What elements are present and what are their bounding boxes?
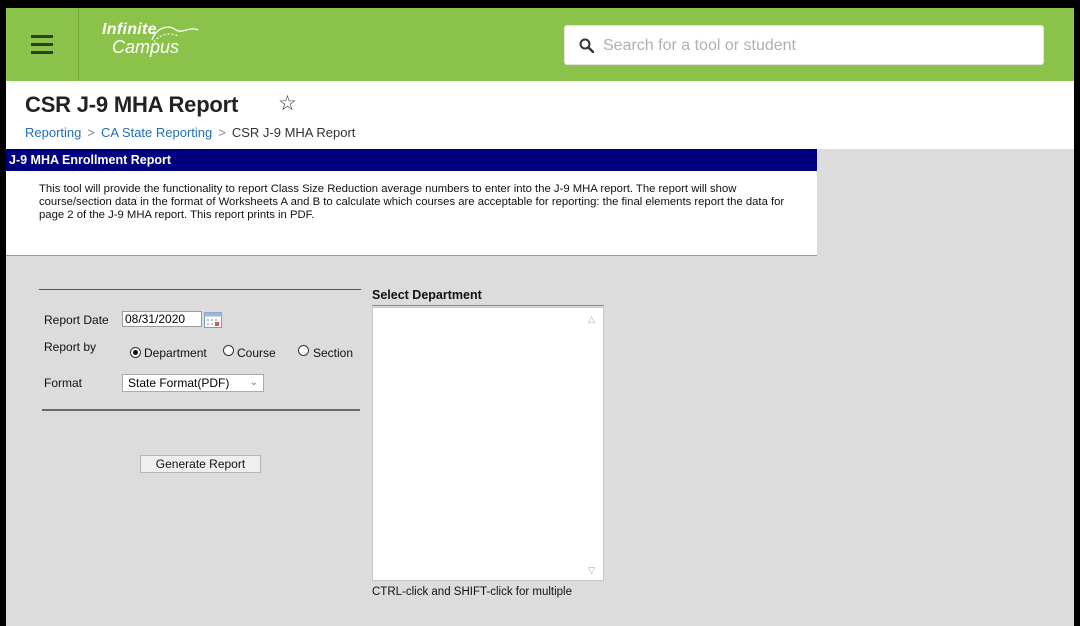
- breadcrumb: Reporting > CA State Reporting > CSR J-9 MHA…: [25, 125, 355, 140]
- generate-report-button[interactable]: Generate Report: [140, 455, 261, 473]
- report-by-department-label[interactable]: Department: [144, 346, 207, 360]
- report-by-department-radio[interactable]: [130, 347, 141, 358]
- breadcrumb-link-reporting[interactable]: Reporting: [25, 125, 81, 140]
- format-label: Format: [44, 376, 83, 390]
- description-box: This tool will provide the functionality…: [6, 171, 817, 256]
- scroll-up-icon[interactable]: △: [588, 314, 595, 325]
- logo-swoosh-icon: [151, 26, 199, 43]
- app-window: Infinite Campus CSR J-9 MHA Report ☆ Rep…: [6, 8, 1074, 626]
- select-department-title: Select Department: [372, 288, 482, 302]
- report-date-label: Report Date: [44, 313, 109, 327]
- infinite-campus-logo[interactable]: Infinite Campus: [102, 22, 199, 56]
- divider: [39, 289, 361, 290]
- multi-select-hint: CTRL-click and SHIFT-click for multiple: [372, 586, 573, 598]
- favorite-star-icon[interactable]: ☆: [278, 91, 297, 116]
- format-selected-value: State Format(PDF): [128, 376, 230, 390]
- format-select[interactable]: State Format(PDF) ⌄: [122, 374, 264, 392]
- search-icon: [579, 38, 594, 53]
- divider: [42, 409, 360, 411]
- department-listbox[interactable]: △ ▽: [372, 307, 604, 581]
- hamburger-menu-icon[interactable]: [6, 8, 79, 81]
- search-input[interactable]: [601, 34, 1025, 58]
- description-text: This tool will provide the functionality…: [39, 183, 785, 221]
- chevron-down-icon: ⌄: [249, 377, 258, 388]
- divider: [372, 305, 604, 306]
- section-title-bar: J-9 MHA Enrollment Report: [6, 149, 817, 171]
- breadcrumb-separator-icon: >: [218, 125, 226, 140]
- top-navigation-bar: Infinite Campus: [6, 8, 1074, 81]
- search-box[interactable]: [564, 25, 1044, 65]
- report-by-label: Report by: [44, 340, 97, 354]
- report-date-input[interactable]: [122, 311, 202, 327]
- breadcrumb-link-ca-state-reporting[interactable]: CA State Reporting: [101, 125, 212, 140]
- breadcrumb-separator-icon: >: [87, 125, 95, 140]
- report-by-course-radio[interactable]: [223, 345, 234, 356]
- report-by-course-label[interactable]: Course: [237, 346, 276, 360]
- calendar-icon[interactable]: [204, 311, 222, 328]
- report-by-section-label[interactable]: Section: [313, 346, 353, 360]
- breadcrumb-current: CSR J-9 MHA Report: [231, 125, 356, 140]
- scroll-down-icon[interactable]: ▽: [588, 565, 595, 576]
- report-by-section-radio[interactable]: [298, 345, 309, 356]
- page-title: CSR J-9 MHA Report: [25, 92, 239, 117]
- page-header: CSR J-9 MHA Report ☆ Reporting > CA State …: [6, 81, 1074, 149]
